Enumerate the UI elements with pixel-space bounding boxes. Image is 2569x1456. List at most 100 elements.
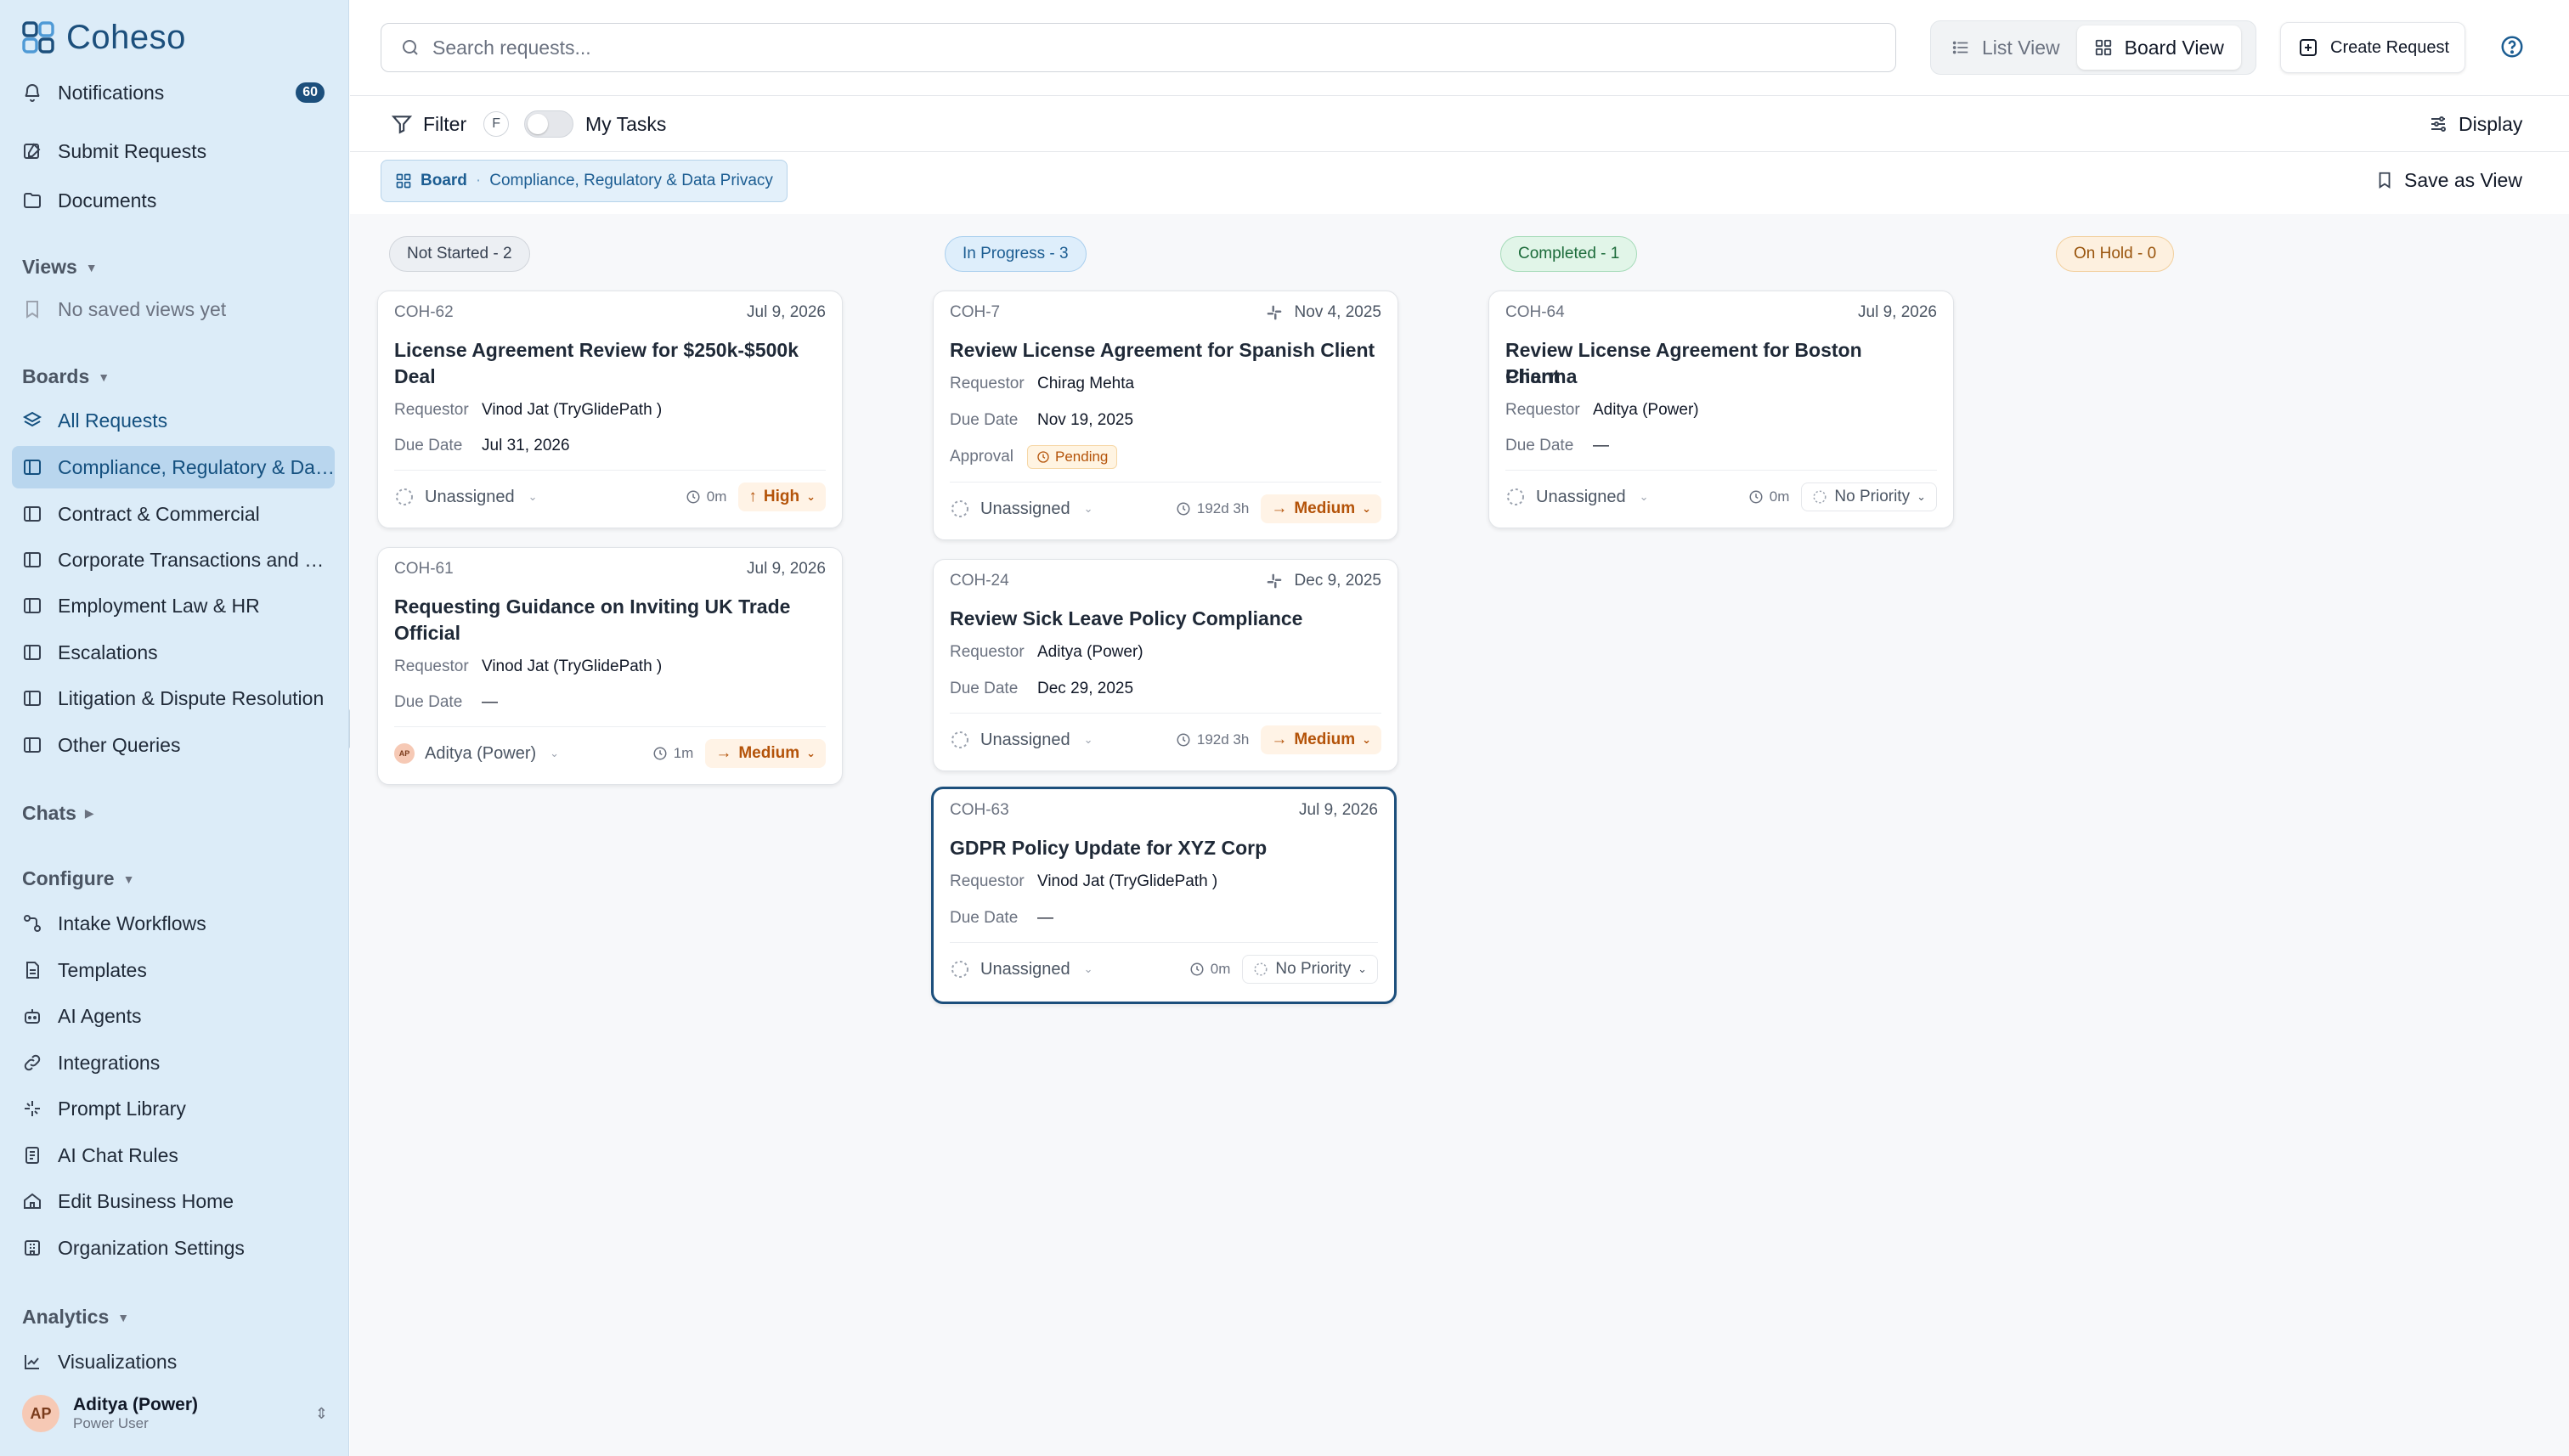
priority-label: No Priority	[1834, 488, 1911, 505]
integration-icon	[1267, 573, 1281, 589]
sidebar-item-board-litigation[interactable]: Litigation & Dispute Resolution	[12, 677, 335, 720]
chats-section-toggle[interactable]: Chats ▶	[22, 802, 94, 825]
sidebar-item-documents[interactable]: Documents	[12, 179, 335, 222]
board-icon	[24, 460, 41, 475]
approval-status: Pending	[1055, 449, 1109, 465]
sidebar-item-integrations[interactable]: Integrations	[12, 1041, 335, 1084]
sidebar-item-label: Submit Requests	[58, 139, 207, 162]
boards-section-toggle[interactable]: Boards ▼	[22, 365, 110, 388]
search-input[interactable]	[432, 36, 1792, 59]
analytics-section-toggle[interactable]: Analytics ▼	[22, 1306, 129, 1329]
chats-heading: Chats	[22, 802, 76, 824]
list-view-button[interactable]: List View	[1934, 25, 2077, 70]
robot-icon	[25, 1009, 40, 1024]
priority-selector[interactable]: No Priority ⌄	[1242, 955, 1378, 984]
analytics-heading: Analytics	[22, 1306, 110, 1328]
configure-section-toggle[interactable]: Configure ▼	[22, 867, 134, 890]
chevron-down-icon: ▼	[117, 1310, 130, 1324]
time-tracker: 0m	[686, 488, 727, 505]
request-card-coh-7[interactable]: COH-7 Nov 4, 2025 Review License Agreeme…	[933, 291, 1398, 540]
assignee-selector[interactable]: Unassigned ⌄	[950, 959, 1093, 979]
card-date-text: Jul 9, 2026	[747, 560, 826, 578]
card-date-text: Jul 9, 2026	[1858, 303, 1937, 321]
priority-selector[interactable]: No Priority ⌄	[1801, 483, 1937, 511]
assignee-selector[interactable]: Unassigned ⌄	[1505, 487, 1649, 507]
sidebar-item-label: Corporate Transactions and M&A	[58, 548, 335, 571]
sidebar-item-templates[interactable]: Templates	[12, 949, 335, 991]
sidebar-item-ai-agents[interactable]: AI Agents	[12, 995, 335, 1037]
sidebar-item-intake-workflows[interactable]: Intake Workflows	[12, 902, 335, 945]
sidebar-item-ai-chat-rules[interactable]: AI Chat Rules	[12, 1134, 335, 1177]
bookmark-icon	[2379, 172, 2391, 189]
sidebar-item-label: Litigation & Dispute Resolution	[58, 686, 325, 709]
sidebar-item-visualizations[interactable]: Visualizations	[12, 1340, 335, 1383]
card-footer: Unassigned ⌄ 192d 3h → Medium ⌄	[950, 494, 1381, 524]
sidebar-item-prompt-library[interactable]: Prompt Library	[12, 1087, 335, 1130]
card-due-row: Due Date —	[950, 909, 1378, 928]
card-title-line-2: Client	[1505, 365, 1560, 387]
priority-selector[interactable]: → Medium ⌄	[1261, 494, 1381, 523]
card-requestor-row: Requestor Aditya (Power)	[1505, 401, 1937, 420]
sidebar-item-edit-business-home[interactable]: Edit Business Home	[12, 1180, 335, 1222]
request-card-coh-24[interactable]: COH-24 Dec 9, 2025 Review Sick Leave Pol…	[933, 559, 1398, 771]
chevron-down-icon: ⌄	[550, 747, 560, 759]
breadcrumb-root[interactable]: Board	[421, 172, 467, 190]
sidebar-item-board-contract[interactable]: Contract & Commercial	[12, 493, 335, 535]
request-card-coh-64[interactable]: COH-64 Jul 9, 2026 Review License Agreem…	[1488, 291, 1954, 528]
chevron-down-icon: ⌄	[1083, 502, 1093, 515]
sidebar-item-board-escalations[interactable]: Escalations	[12, 631, 335, 674]
sidebar-item-all-requests[interactable]: All Requests	[12, 399, 335, 442]
time-value: 0m	[706, 488, 727, 505]
assignee-selector[interactable]: Unassigned ⌄	[950, 499, 1093, 519]
sidebar-item-board-other[interactable]: Other Queries	[12, 724, 335, 766]
request-card-coh-63[interactable]: COH-63 Jul 9, 2026 GDPR Policy Update fo…	[931, 787, 1397, 1004]
sidebar-item-label: Templates	[58, 958, 147, 981]
chevron-down-icon: ⌄	[528, 490, 538, 503]
request-card-coh-61[interactable]: COH-61 Jul 9, 2026 Requesting Guidance o…	[377, 547, 843, 785]
filter-button[interactable]: Filter F	[391, 109, 510, 139]
chevron-right-icon: ▶	[84, 806, 94, 820]
board-view-button[interactable]: Board View	[2076, 25, 2241, 70]
link-icon	[24, 1054, 41, 1071]
user-menu[interactable]: AP Aditya (Power) Power User ⇕	[22, 1390, 328, 1437]
brand[interactable]: Coheso	[22, 17, 186, 58]
divider	[394, 470, 826, 471]
my-tasks-toggle[interactable]: My Tasks	[524, 109, 666, 139]
display-label: Display	[2459, 112, 2523, 135]
my-tasks-switch[interactable]	[524, 110, 573, 138]
help-icon[interactable]	[2499, 34, 2525, 59]
sidebar-item-board-employment[interactable]: Employment Law & HR	[12, 584, 335, 627]
display-button[interactable]: Display	[2428, 109, 2522, 139]
priority-selector[interactable]: ↑ High ⌄	[738, 483, 826, 511]
sidebar-item-board-compliance[interactable]: Compliance, Regulatory & Data Privacy	[12, 446, 335, 488]
assignee-selector[interactable]: Unassigned ⌄	[394, 487, 538, 507]
priority-selector[interactable]: → Medium ⌄	[1261, 725, 1381, 754]
arrow-up-icon: ↑	[748, 488, 757, 505]
priority-selector[interactable]: → Medium ⌄	[705, 739, 826, 768]
sidebar-item-organization-settings[interactable]: Organization Settings	[12, 1227, 335, 1269]
assignee-selector[interactable]: Unassigned ⌄	[950, 730, 1093, 750]
assignee-selector[interactable]: AP Aditya (Power) ⌄	[394, 743, 559, 764]
due-date-value: —	[482, 693, 498, 711]
requestor-value: Chirag Mehta	[1037, 375, 1135, 392]
card-title: GDPR Policy Update for XYZ Corp	[950, 837, 1268, 859]
sidebar-item-board-corporate[interactable]: Corporate Transactions and M&A	[12, 539, 335, 581]
search-bar[interactable]	[381, 23, 1896, 72]
sidebar-item-submit-requests[interactable]: Submit Requests	[12, 130, 335, 172]
chevron-down-icon: ⌄	[806, 747, 816, 759]
views-section-toggle[interactable]: Views ▼	[22, 256, 98, 279]
create-request-button[interactable]: Create Request	[2280, 22, 2465, 73]
card-requestor-row: Requestor Chirag Mehta	[950, 375, 1381, 393]
chevron-down-icon: ⌄	[1358, 962, 1367, 975]
sidebar-item-label: Visualizations	[58, 1350, 178, 1373]
priority-label: High	[763, 488, 800, 505]
divider	[350, 151, 2569, 152]
sidebar-item-notifications[interactable]: Notifications 60	[12, 71, 335, 114]
request-card-coh-62[interactable]: COH-62 Jul 9, 2026 License Agreement Rev…	[377, 291, 843, 528]
time-tracker: 1m	[652, 745, 693, 762]
card-footer: Unassigned ⌄ 0m No Priority ⌄	[1505, 482, 1937, 512]
card-date-text: Jul 9, 2026	[747, 303, 826, 321]
save-as-view-button[interactable]: Save as View	[2375, 165, 2522, 195]
card-footer: Unassigned ⌄ 192d 3h → Medium ⌄	[950, 725, 1381, 755]
due-date-value: Dec 29, 2025	[1037, 680, 1134, 697]
